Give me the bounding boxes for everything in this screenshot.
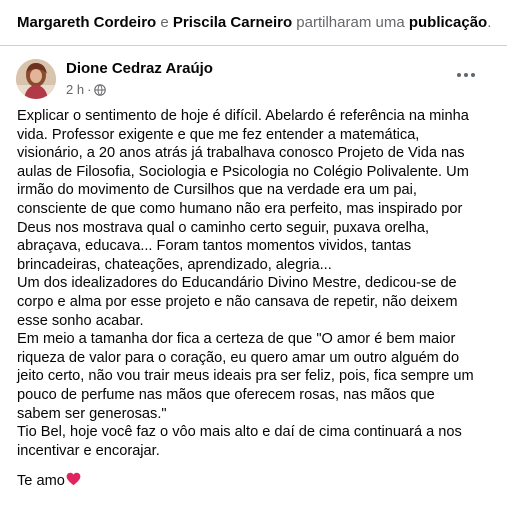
- post-text-line: jeito certo, não vou trair meus ideais p…: [17, 368, 474, 385]
- post-text-line: abraçava, educava... Foram tantos moment…: [17, 238, 412, 255]
- share-action-text: partilharam uma: [296, 14, 405, 31]
- avatar-image: [16, 59, 56, 99]
- post-text-line: irmão do movimento de Cursilhos que na v…: [17, 182, 417, 199]
- post-text: Explicar o sentimento de hoje é difícil.…: [17, 107, 505, 491]
- more-dot: [471, 73, 475, 77]
- post-text-line: incentivar e encorajar.: [17, 442, 160, 459]
- post-text-line: Deus nos mostrava qual o caminho certo s…: [17, 219, 430, 236]
- post-text-line: aulas de Filosofia, Sociologia e Psicolo…: [17, 163, 469, 180]
- post-time[interactable]: 2 h: [66, 82, 84, 97]
- post-text-line: consciente de que como humano não era pe…: [17, 200, 463, 217]
- avatar[interactable]: [16, 59, 56, 99]
- closing-text: Te amo: [17, 473, 65, 490]
- shared-post-card: Margareth Cordeiro e Priscila Carneiro p…: [0, 0, 507, 509]
- more-dot: [457, 73, 461, 77]
- post-text-line: Tio Bel, hoje você faz o vôo mais alto e…: [17, 424, 462, 441]
- globe-icon: [94, 83, 107, 96]
- post-text-line: Um dos idealizadores do Educandário Divi…: [17, 275, 457, 292]
- more-dot: [464, 73, 468, 77]
- sharer-name-2[interactable]: Priscila Carneiro: [173, 14, 292, 31]
- post-text-line: brincadeiras, chateações, aprendizado, a…: [17, 256, 332, 273]
- post-text-line: Em meio a tamanha dor fica a certeza de …: [17, 331, 456, 348]
- post-meta: 2 h ·: [66, 82, 107, 97]
- post-text-line: visionário, a 20 anos atrás já trabalhav…: [17, 145, 465, 162]
- post: Dione Cedraz Araújo 2 h · Explicar o sen…: [0, 47, 507, 509]
- share-period: .: [487, 14, 492, 31]
- meta-separator: ·: [87, 82, 92, 97]
- sharer-name-1[interactable]: Margareth Cordeiro: [17, 14, 156, 31]
- post-text-line: vida. Professor exigente e que me fez en…: [17, 126, 420, 143]
- post-text-line: pouco de perfume nas mãos que oferecem r…: [17, 386, 435, 403]
- post-closing: Te amo: [17, 472, 505, 491]
- post-text-line: corpo e alma por esse projeto e não cans…: [17, 293, 458, 310]
- post-text-line: riqueza de valor para o coração, eu quer…: [17, 349, 460, 366]
- post-text-line: sabem ser generosas.": [17, 405, 167, 422]
- share-conjunction: e: [160, 14, 169, 31]
- more-options-icon[interactable]: [451, 65, 481, 85]
- heart-emoji: [66, 473, 81, 486]
- post-author-name[interactable]: Dione Cedraz Araújo: [66, 60, 213, 77]
- post-text-line: Explicar o sentimento de hoje é difícil.…: [17, 108, 469, 124]
- shared-publication-link[interactable]: publicação: [409, 14, 487, 31]
- share-header: Margareth Cordeiro e Priscila Carneiro p…: [0, 0, 507, 46]
- post-text-line: esse sonho acabar.: [17, 312, 144, 329]
